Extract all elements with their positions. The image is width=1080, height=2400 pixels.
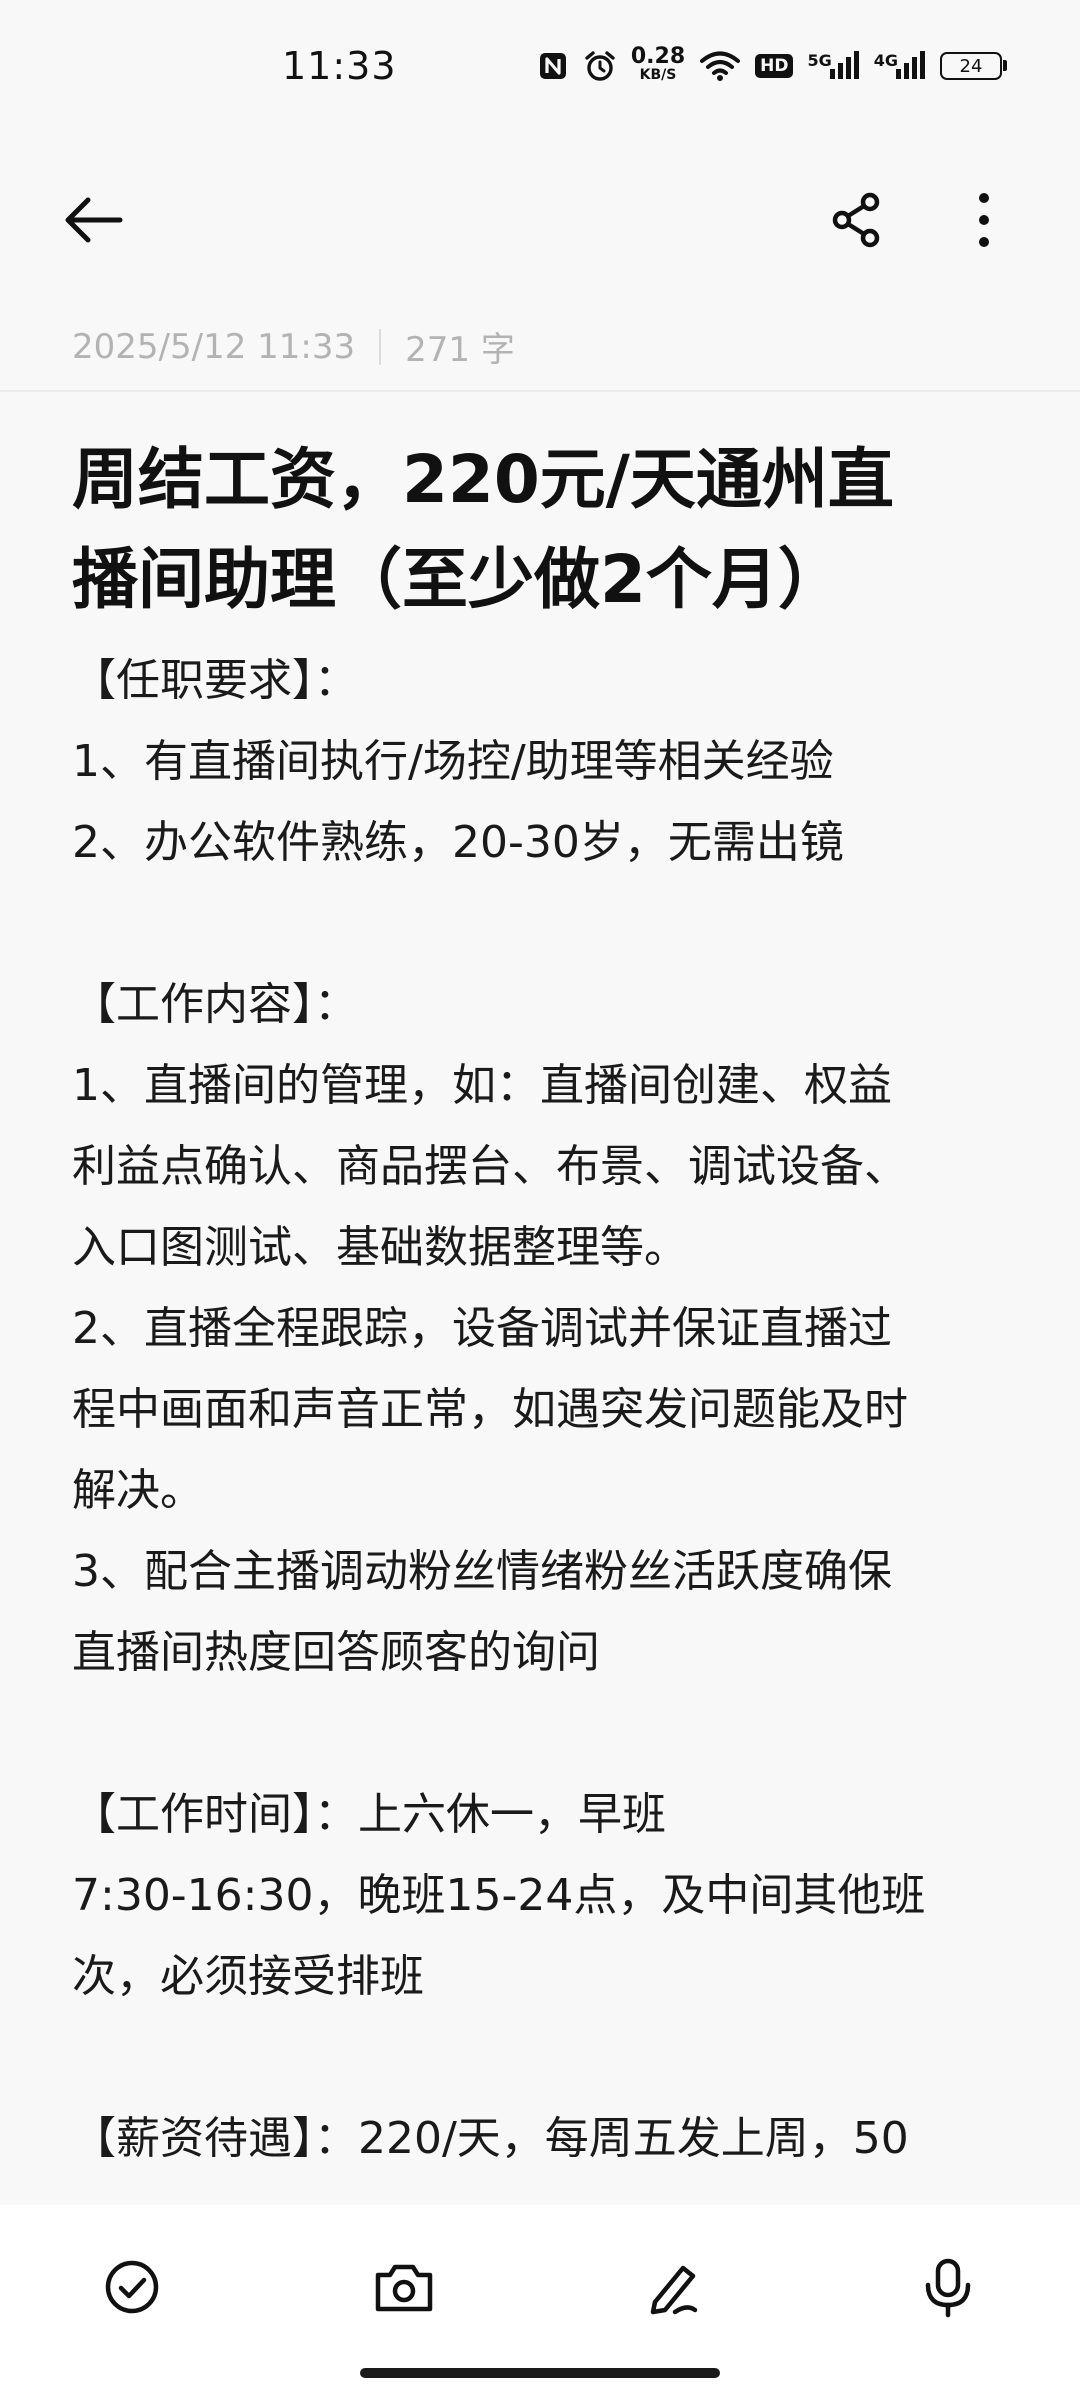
body-line: 【工作时间】：上六休一，早班 <box>72 1789 666 1840</box>
note-content[interactable]: 周结工资，220元/天通州直 播间助理（至少做2个月） 【任职要求】： 1、有直… <box>72 430 1022 2179</box>
nfc-icon <box>537 50 569 82</box>
body-line: 7:30-16:30，晚班15-24点，及中间其他班 <box>72 1870 926 1921</box>
body-line: 【任职要求】： <box>72 655 358 706</box>
title-line: 周结工资，220元/天通州直 <box>72 441 894 518</box>
body-line: 利益点确认、商品摆台、布景、调试设备、 <box>72 1141 908 1192</box>
body-line <box>72 2017 1022 2098</box>
body-line: 2、办公软件熟练，20-30岁，无需出镜 <box>72 817 844 868</box>
handwriting-button[interactable] <box>636 2247 716 2327</box>
status-time: 11:33 <box>282 44 397 88</box>
more-vertical-icon <box>979 193 989 247</box>
checklist-button[interactable] <box>92 2247 172 2327</box>
body-line: 1、直播间的管理，如：直播间创建、权益 <box>72 1060 892 1111</box>
body-line <box>72 883 1022 964</box>
home-indicator[interactable] <box>360 2368 720 2378</box>
share-icon <box>832 192 880 248</box>
body-line: 【薪资待遇】：220/天，每周五发上周，50 <box>72 2113 909 2164</box>
signal-5g: 5G <box>807 51 859 81</box>
share-button[interactable] <box>822 186 890 254</box>
note-body[interactable]: 【任职要求】： 1、有直播间执行/场控/助理等相关经验 2、办公软件熟练，20-… <box>72 640 1022 2179</box>
signal-icon <box>829 51 859 79</box>
body-line: 次，必须接受排班 <box>72 1951 424 2002</box>
more-options-button[interactable] <box>950 186 1018 254</box>
camera-icon <box>375 2264 433 2312</box>
header-divider <box>0 390 1080 392</box>
body-line: 程中画面和声音正常，如遇突发问题能及时 <box>72 1384 908 1435</box>
status-icons: 0.28 KB/S HD 5G 4G 24 <box>537 44 1007 84</box>
note-date: 2025/5/12 11:33 <box>72 326 356 367</box>
body-line: 2、直播全程跟踪，设备调试并保证直播过 <box>72 1303 892 1354</box>
microphone-icon <box>925 2258 971 2318</box>
body-line: 【工作内容】： <box>72 979 358 1030</box>
camera-button[interactable] <box>364 2247 444 2327</box>
status-bar: 11:33 0.28 KB/S HD 5G 4G 24 <box>0 0 1080 140</box>
body-line: 入口图测试、基础数据整理等。 <box>72 1222 688 1273</box>
handwriting-pen-icon <box>650 2265 698 2315</box>
checklist-icon <box>105 2260 159 2314</box>
word-count: 271 字 <box>405 330 515 370</box>
voice-input-button[interactable] <box>908 2247 988 2327</box>
body-line <box>72 1693 1022 1774</box>
body-line: 解决。 <box>72 1465 204 1516</box>
signal-4g: 4G <box>874 51 926 81</box>
back-arrow-icon <box>65 197 123 243</box>
net-speed: 0.28 KB/S <box>630 44 686 84</box>
alarm-icon <box>583 49 617 83</box>
back-button[interactable] <box>58 190 134 250</box>
body-line: 直播间热度回答顾客的询问 <box>72 1627 600 1678</box>
body-line: 1、有直播间执行/场控/助理等相关经验 <box>72 736 834 787</box>
note-meta: 2025/5/12 11:33 271 字 <box>72 322 515 371</box>
note-toolbar <box>0 160 1080 280</box>
title-line: 播间助理（至少做2个月） <box>72 541 844 618</box>
body-line: 3、配合主播调动粉丝情绪粉丝活跃度确保 <box>72 1546 892 1597</box>
signal-icon <box>896 51 925 79</box>
hd-voice-badge: HD <box>755 54 794 78</box>
battery-icon: 24 <box>940 52 1007 80</box>
note-title[interactable]: 周结工资，220元/天通州直 播间助理（至少做2个月） <box>72 430 1022 630</box>
wifi-icon <box>699 50 741 82</box>
meta-separator <box>379 328 382 365</box>
